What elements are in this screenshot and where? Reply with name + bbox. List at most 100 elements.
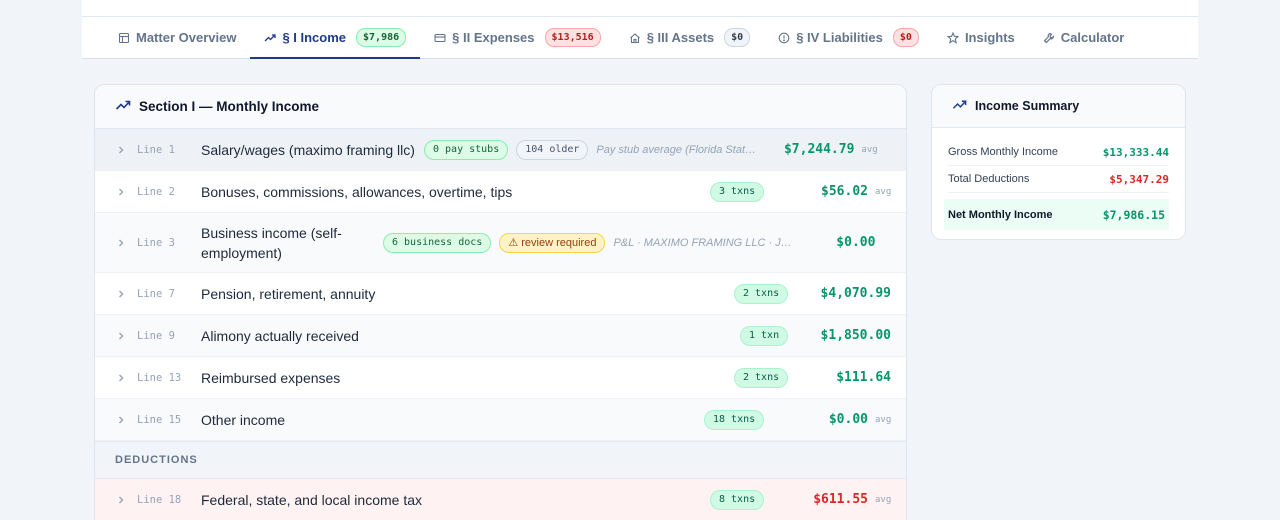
expenses-badge: $13,516 xyxy=(544,28,601,47)
chevron-right-icon[interactable] xyxy=(116,238,128,248)
section-tab-bar: Matter Overview § I Income $7,986 § II E… xyxy=(82,16,1198,59)
liabilities-badge: $0 xyxy=(892,28,919,47)
deductions-heading: DEDUCTIONS xyxy=(95,441,906,479)
trending-up-icon xyxy=(952,97,967,115)
chevron-right-icon[interactable] xyxy=(116,145,128,155)
tab-label: § II Expenses xyxy=(452,30,535,45)
star-icon xyxy=(946,31,959,44)
deduction-row-line-18[interactable]: Line 18 Federal, state, and local income… xyxy=(95,479,906,520)
line-description: Pension, retirement, annuity xyxy=(201,285,376,302)
row-chips: 2 txns xyxy=(734,283,794,304)
txns-chip[interactable]: 2 txns xyxy=(734,367,789,388)
chevron-right-icon[interactable] xyxy=(116,373,128,383)
txns-chip[interactable]: 8 txns xyxy=(710,489,765,510)
tab-label: Calculator xyxy=(1060,30,1125,45)
line-description: Other income xyxy=(201,411,286,428)
tab-calculator[interactable]: Calculator xyxy=(1029,17,1139,58)
chevron-right-icon[interactable] xyxy=(116,415,128,425)
line-description: Federal, state, and local income tax xyxy=(201,491,423,508)
gross-income-label: Gross Monthly Income xyxy=(948,146,1059,158)
income-row-line-1[interactable]: Line 1 Salary/wages (maximo framing llc)… xyxy=(95,129,906,171)
avg-label: avg xyxy=(875,186,892,197)
wrench-icon xyxy=(1043,32,1055,44)
gross-income-value: $13,333.44 xyxy=(1102,145,1169,159)
income-row-line-15[interactable]: Line 15 Other income 18 txns $0.00 avg xyxy=(95,399,906,441)
tab-expenses[interactable]: § II Expenses $13,516 xyxy=(420,17,615,58)
income-row-line-2[interactable]: Line 2 Bonuses, commissions, allowances,… xyxy=(95,171,906,213)
line-amount: $0.00 xyxy=(828,412,868,427)
source-note: Pay stub average (Florida Stat… xyxy=(596,143,756,156)
chevron-right-icon[interactable] xyxy=(116,495,128,505)
line-description: Business income (self-employment) xyxy=(201,224,342,261)
income-section-header: Section I — Monthly Income xyxy=(95,85,906,129)
home-icon xyxy=(629,32,641,44)
txns-chip[interactable]: 1 txn xyxy=(740,325,789,346)
row-chips: 0 pay stubs 104 older xyxy=(424,139,589,160)
trending-up-icon xyxy=(115,97,131,116)
chevron-right-icon[interactable] xyxy=(116,289,128,299)
older-chip[interactable]: 104 older xyxy=(516,139,589,160)
avg-label: avg xyxy=(875,414,892,425)
income-row-line-9[interactable]: Line 9 Alimony actually received 1 txn $… xyxy=(95,315,906,357)
txns-chip[interactable]: 18 txns xyxy=(704,409,765,430)
review-required-chip[interactable]: ⚠ review required xyxy=(499,232,606,253)
income-summary-header: Income Summary xyxy=(932,85,1185,128)
line-amount: $1,850.00 xyxy=(820,328,891,343)
gross-income-row: Gross Monthly Income $13,333.44 xyxy=(948,139,1169,166)
tab-label: § IV Liabilities xyxy=(796,30,883,45)
line-number: Line 2 xyxy=(137,185,175,198)
line-number: Line 3 xyxy=(137,236,175,249)
line-amount: $7,244.79 xyxy=(783,142,855,157)
row-chips: 3 txns xyxy=(710,181,770,202)
net-income-label: Net Monthly Income xyxy=(948,208,1053,221)
line-amount: $611.55 xyxy=(813,492,868,507)
line-description: Reimbursed expenses xyxy=(201,369,341,386)
pay-stubs-chip[interactable]: 0 pay stubs xyxy=(424,139,509,160)
total-deductions-row: Total Deductions $5,347.29 xyxy=(948,166,1169,193)
tab-label: Insights xyxy=(964,30,1015,45)
line-description: Bonuses, commissions, allowances, overti… xyxy=(201,183,513,200)
tab-label: § I Income xyxy=(282,30,347,45)
line-number: Line 18 xyxy=(137,493,182,506)
line-number: Line 9 xyxy=(137,329,175,342)
line-number: Line 15 xyxy=(137,413,182,426)
income-row-line-7[interactable]: Line 7 Pension, retirement, annuity 2 tx… xyxy=(95,273,906,315)
txns-chip[interactable]: 3 txns xyxy=(710,181,765,202)
line-amount: $56.02 xyxy=(821,184,868,199)
chevron-right-icon[interactable] xyxy=(116,187,128,197)
avg-label: avg xyxy=(875,494,892,505)
line-description: Salary/wages (maximo framing llc) xyxy=(201,141,415,158)
row-chips: 18 txns xyxy=(704,409,770,430)
tab-assets[interactable]: § III Assets $0 xyxy=(615,17,765,58)
income-summary-card: Income Summary Gross Monthly Income $13,… xyxy=(931,84,1186,240)
line-amount: $0.00 xyxy=(836,235,876,250)
line-amount: $4,070.99 xyxy=(820,286,891,301)
source-note: P&L · MAXIMO FRAMING LLC · Jan… xyxy=(613,236,794,249)
row-chips: 2 txns xyxy=(734,367,794,388)
tab-matter-overview[interactable]: Matter Overview xyxy=(104,17,250,58)
chevron-right-icon[interactable] xyxy=(116,331,128,341)
tab-label: Matter Overview xyxy=(136,30,237,45)
line-number: Line 13 xyxy=(137,371,182,384)
tab-label: § III Assets xyxy=(646,30,715,45)
assets-badge: $0 xyxy=(724,28,751,47)
section-title: Section I — Monthly Income xyxy=(139,99,320,114)
tab-liabilities[interactable]: § IV Liabilities $0 xyxy=(764,17,933,58)
row-chips: 1 txn xyxy=(740,325,792,346)
txns-chip[interactable]: 2 txns xyxy=(734,283,789,304)
tab-insights[interactable]: Insights xyxy=(933,17,1029,58)
row-chips: 8 txns xyxy=(710,489,770,510)
top-strip xyxy=(82,0,1198,16)
row-chips: 6 business docs ⚠ review required xyxy=(383,232,606,253)
income-row-line-13[interactable]: Line 13 Reimbursed expenses 2 txns $111.… xyxy=(95,357,906,399)
net-income-row: Net Monthly Income $7,986.15 xyxy=(944,199,1169,230)
business-docs-chip[interactable]: 6 business docs xyxy=(383,232,492,253)
total-deductions-value: $5,347.29 xyxy=(1109,172,1169,186)
income-row-line-3[interactable]: Line 3 Business income (self-employment)… xyxy=(95,213,906,273)
line-description: Alimony actually received xyxy=(201,327,359,344)
summary-title: Income Summary xyxy=(975,99,1080,113)
income-section-card: Section I — Monthly Income Line 1 Salary… xyxy=(94,84,907,520)
income-badge: $7,986 xyxy=(356,28,407,47)
alert-circle-icon xyxy=(778,32,790,44)
tab-income[interactable]: § I Income $7,986 xyxy=(250,17,420,59)
